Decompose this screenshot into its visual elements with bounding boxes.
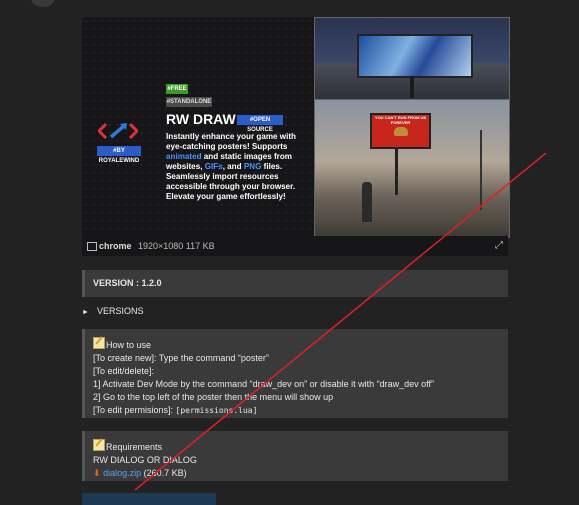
versions-summary: VERSIONS: [96, 306, 144, 316]
version-block: VERSION : 1.2.0: [82, 270, 508, 297]
howto-title-row: How to use: [93, 337, 508, 352]
howto-line: [To edit/delete]:: [93, 366, 155, 376]
burger-icon: [393, 127, 408, 136]
memo-icon: [93, 439, 105, 451]
download-row: ⬇ dialog.zip (260.7 KB): [93, 467, 508, 480]
memo-icon: [93, 337, 105, 349]
banner-description: Instantly enhance your game with eye-cat…: [166, 132, 296, 201]
banner-title: RW DRAW: [166, 111, 236, 127]
howto-line: 2] Go to the top left of the poster then…: [93, 392, 334, 402]
image-filename: chrome: [99, 241, 132, 251]
requirements-block: Requirements RW DIALOG OR DIALOG ⬇ dialo…: [82, 431, 508, 481]
anime-billboard: [357, 34, 473, 78]
bottom-button[interactable]: [82, 493, 216, 505]
dialog-zip-link[interactable]: dialog.zip: [103, 468, 141, 478]
burger-billboard: YOU CAN'T RUN FROM US FOREVER: [370, 113, 431, 149]
howto-title: How to use: [106, 340, 152, 350]
tag-standalone: #STANDALONE: [166, 97, 212, 107]
tag-open-source: #OPEN SOURCE: [237, 115, 283, 133]
requirements-line: RW DIALOG OR DIALOG: [93, 455, 197, 465]
image-meta-bar: chrome 1920×1080 117 KB ⤢: [82, 236, 508, 256]
requirements-title-row: Requirements: [93, 439, 508, 454]
by-royalewind-badge: #BY ROYALEWIND: [97, 146, 141, 164]
how-to-use-block: How to use [To create new]: Type the com…: [82, 329, 508, 418]
avatar: [31, 0, 55, 7]
street-lamp: [480, 130, 482, 210]
download-size: (260.7 KB): [143, 468, 187, 478]
image-info: 1920×1080 117 KB: [138, 241, 215, 251]
requirements-title: Requirements: [106, 442, 163, 452]
tag-free: #FREE: [166, 84, 188, 94]
download-icon: ⬇: [93, 468, 101, 478]
howto-line: [To create new]: Type the command “poste…: [93, 353, 269, 363]
billboard-pole: [395, 147, 398, 195]
howto-line: 1] Activate Dev Mode by the command “dra…: [93, 379, 434, 389]
expand-icon[interactable]: ⤢: [495, 236, 503, 256]
screenshot-anime-billboard: [314, 17, 510, 100]
disclosure-triangle-icon: ►: [82, 309, 89, 316]
version-text: VERSION : 1.2.0: [93, 278, 162, 288]
image-icon: [87, 242, 97, 251]
billboard-text: YOU CAN'T RUN FROM US FOREVER: [374, 115, 427, 125]
character-figure: [362, 182, 372, 222]
screenshot-burger-billboard: YOU CAN'T RUN FROM US FOREVER: [314, 99, 510, 238]
billboard-pole: [410, 76, 414, 98]
rw-logo-icon: [98, 122, 138, 140]
permissions-code: [permissions.lua]: [175, 406, 258, 415]
versions-details-toggle[interactable]: ► VERSIONS: [82, 306, 143, 316]
howto-line: [To edit permisions]: [permissions.lua]: [93, 405, 258, 415]
